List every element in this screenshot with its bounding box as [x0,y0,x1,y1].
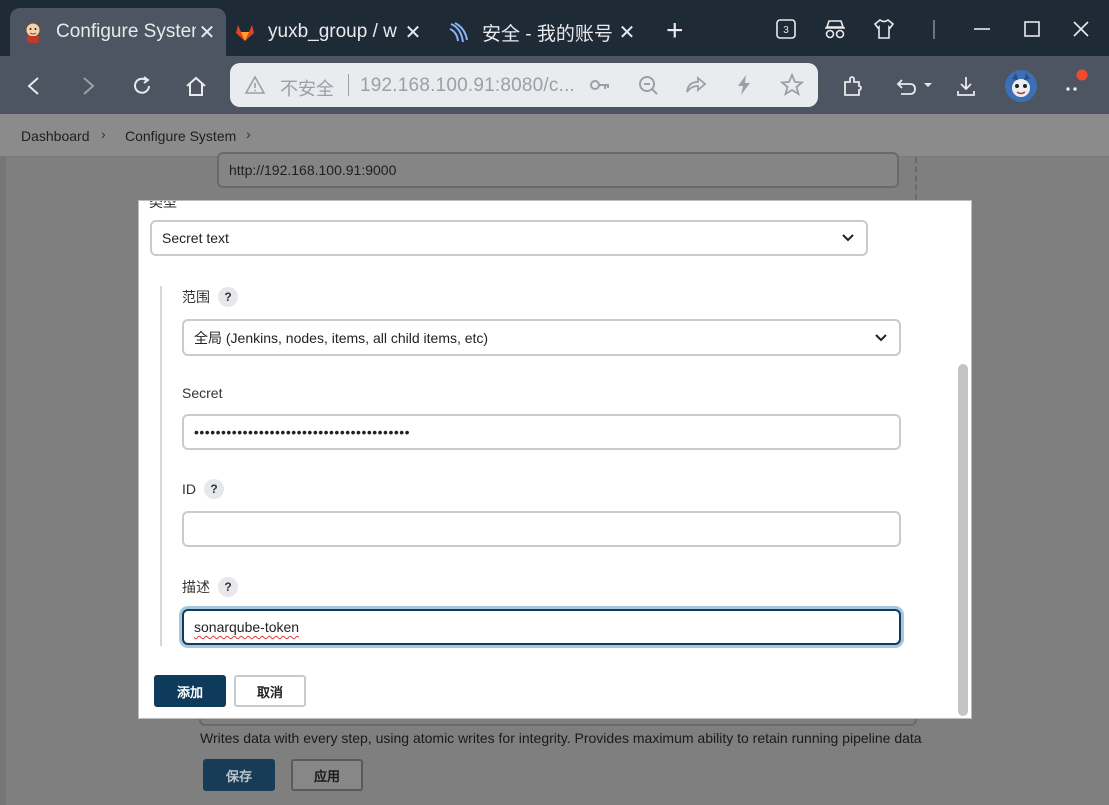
breadcrumb: Dashboard › Configure System › [0,114,1109,157]
tab-count-badge: 3 [783,25,789,36]
secret-label: Secret [182,385,223,401]
divider: | [931,17,937,40]
dialog-scrollbar-thumb[interactable] [958,364,968,716]
id-label: ID [182,481,196,497]
new-tab-icon[interactable]: + [666,14,684,48]
minimize-icon[interactable] [962,12,1002,46]
tab-gitlab[interactable]: yuxb_group / w ✕ [232,8,432,56]
warning-icon[interactable] [244,74,266,96]
home-icon[interactable] [180,70,212,102]
tab-title: yuxb_group / w [268,21,397,42]
chevron-right-icon: › [101,126,106,142]
shirt-icon[interactable] [864,12,904,46]
share-icon[interactable] [684,73,708,97]
scope-label-row: 范围 ? [182,287,238,307]
add-credentials-dialog: 类型 Secret text 范围 ? 全局 (Jenkins, nodes, … [139,201,971,718]
nested-section-line [160,286,162,646]
menu-more-icon[interactable] [1060,68,1092,100]
save-button[interactable]: 保存 [203,759,275,791]
breadcrumb-configure-system[interactable]: Configure System [125,128,236,144]
security-site-icon [446,19,472,45]
secret-field[interactable]: •••••••••••••••••••••••••••••••••••••••• [182,414,901,450]
description-value: sonarqube-token [194,619,300,635]
chevron-down-icon [842,234,854,242]
avatar[interactable] [1003,68,1039,104]
description-help-icon[interactable]: ? [218,577,238,597]
key-icon[interactable] [588,73,612,97]
chevron-right-icon: › [246,126,251,142]
reload-icon[interactable] [126,70,158,102]
zoom-out-icon[interactable] [636,73,660,97]
window-close-icon[interactable] [1061,12,1101,46]
url-text[interactable]: 192.168.100.91:8080/c... [360,75,575,97]
tab-security-account[interactable]: 安全 - 我的账号 ✕ [446,8,646,56]
scope-select[interactable]: 全局 (Jenkins, nodes, items, all child ite… [182,319,901,356]
tab-close-icon[interactable]: ✕ [196,20,218,45]
tab-count-icon[interactable]: 3 [766,12,806,46]
bookmark-star-icon[interactable] [780,73,804,97]
maximize-icon[interactable] [1012,12,1052,46]
notification-dot [1076,69,1088,81]
add-button[interactable]: 添加 [154,675,226,707]
address-separator [348,74,349,96]
kind-label: 类型 [149,201,177,210]
apply-button[interactable]: 应用 [291,759,363,791]
browser-tab-bar: Configure System ✕ yuxb_group / w ✕ 安全 -… [0,0,1109,60]
id-field[interactable] [182,511,901,547]
back-icon[interactable] [18,70,50,102]
insecure-label[interactable]: 不安全 [280,75,334,101]
jenkins-icon [20,19,46,45]
undo-menu-icon[interactable] [892,70,936,102]
incognito-icon[interactable] [815,12,855,46]
id-help-icon[interactable]: ? [204,479,224,499]
description-label: 描述 [182,579,210,595]
page-edge [0,157,6,805]
server-url-field[interactable]: http://192.168.100.91:9000 [217,152,899,188]
tab-configure-system[interactable]: Configure System ✕ [10,8,226,56]
lightning-icon[interactable] [732,73,756,97]
id-label-row: ID ? [182,479,224,499]
tab-title: Configure System [56,21,196,42]
extensions-icon[interactable] [837,70,869,102]
tab-title: 安全 - 我的账号 [482,23,613,45]
durability-help-text: Writes data with every step, using atomi… [200,730,922,746]
description-label-row: 描述 ? [182,577,238,597]
address-bar[interactable]: 不安全 192.168.100.91:8080/c... [230,63,818,107]
scope-label: 范围 [182,289,210,305]
description-field[interactable]: sonarqube-token [182,609,901,645]
scope-value: 全局 (Jenkins, nodes, items, all child ite… [194,329,489,346]
tab-close-icon[interactable]: ✕ [616,20,638,45]
scope-help-icon[interactable]: ? [218,287,238,307]
kind-value: Secret text [162,230,229,246]
gitlab-icon [232,19,258,45]
chevron-down-icon [875,333,887,341]
download-icon[interactable] [950,70,982,102]
kind-select[interactable]: Secret text [150,220,868,256]
breadcrumb-dashboard[interactable]: Dashboard [21,128,90,144]
forward-icon[interactable] [72,70,104,102]
tab-close-icon[interactable]: ✕ [402,20,424,45]
cancel-button[interactable]: 取消 [234,675,306,707]
